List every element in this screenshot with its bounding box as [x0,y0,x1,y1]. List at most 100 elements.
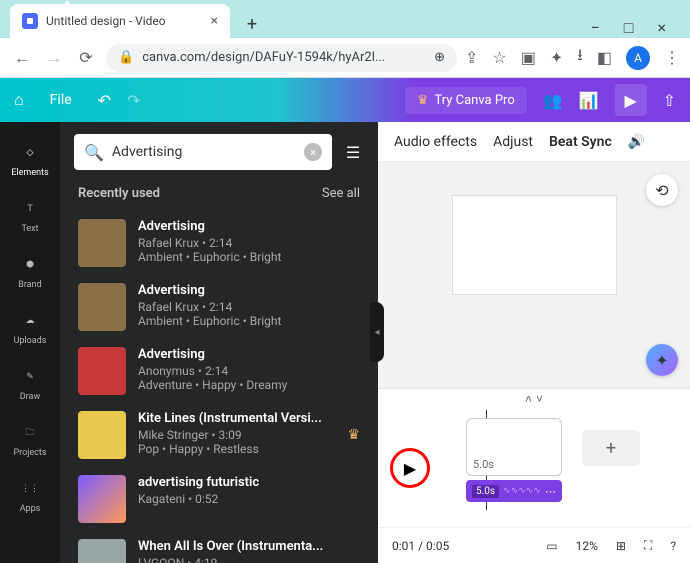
recently-used-label: Recently used [78,186,160,201]
try-pro-button[interactable]: ♛Try Canva Pro [405,87,527,114]
track-tags: Ambient • Euphoric • Bright [138,314,360,328]
sidebar-item-apps[interactable]: ⋮⋮Apps [0,470,60,522]
track-item[interactable]: AdvertisingAnonymus • 2:14Adventure • Ha… [74,339,364,403]
forward-button[interactable]: → [42,46,66,70]
star-icon[interactable]: ☆ [492,48,506,67]
sidebar-item-brand[interactable]: ⬢Brand [0,246,60,298]
track-meta: Rafael Krux • 2:14 [138,300,360,314]
apps-icon: ⋮⋮ [19,478,41,500]
projects-icon: 🗀 [19,422,41,444]
sidepanel-icon[interactable]: ◧ [597,48,612,67]
sidebar-item-draw[interactable]: ✎Draw [0,358,60,410]
search-input[interactable] [112,144,296,160]
left-sidebar: ◇Elements TText ⬢Brand ☁Uploads ✎Draw 🗀P… [0,122,60,563]
track-item[interactable]: Advertising Rafael Krux • 2:14Ambient • E… [74,275,364,339]
sidebar-item-elements[interactable]: ◇Elements [0,134,60,186]
chevron-up-icon[interactable]: ˄ [525,392,532,406]
analytics-icon[interactable]: 📊 [579,91,599,110]
search-icon: 🔍 [84,143,104,162]
track-item[interactable]: advertising futuristic Kagateni • 0:52 [74,467,364,531]
fullscreen-icon[interactable]: ⛶ [644,538,652,553]
waveform-icon: ∿∿∿∿∿ [503,486,541,496]
track-tags: Ambient • Euphoric • Bright [138,250,360,264]
volume-icon[interactable]: 🔊 [628,134,645,150]
beat-sync-button[interactable]: Beat Sync [549,134,612,150]
home-icon[interactable]: ⌂ [14,90,24,110]
track-thumbnail [78,347,126,395]
clip-menu-icon[interactable]: ⋯ [545,485,556,498]
timeline-clips[interactable]: 5.0s 5.0s∿∿∿∿∿⋯ + [442,418,678,518]
track-item[interactable]: Advertising Rafael Krux • 2:14Ambient • E… [74,211,364,275]
maximize-icon[interactable]: □ [624,18,634,38]
track-thumbnail [78,283,126,331]
track-title: Advertising [138,347,360,362]
track-title: Kite Lines (Instrumental Versi... [138,411,335,426]
redo-icon[interactable]: ↷ [127,91,140,110]
menu-icon[interactable]: ⋮ [664,48,680,67]
filter-button[interactable]: ☰ [342,141,364,163]
track-thumbnail [78,219,126,267]
track-meta: Rafael Krux • 2:14 [138,236,360,250]
minimize-icon[interactable]: − [591,18,600,38]
grid-view-icon[interactable]: ⊞ [616,539,626,553]
track-item[interactable]: When All Is Over (Instrumenta...LVGOON •… [74,531,364,563]
text-icon: T [19,198,41,220]
new-tab-button[interactable]: + [238,10,266,38]
share-button[interactable]: ⇧ [663,91,676,110]
elements-panel: 🔍 × ☰ Recently used See all Advertising R… [60,122,378,563]
track-thumbnail [78,411,126,459]
reset-view-button[interactable]: ⟲ [646,174,678,206]
close-tab-icon[interactable]: × [211,13,218,29]
chevron-down-icon[interactable]: ˅ [536,392,543,406]
close-window-icon[interactable]: × [657,18,666,38]
undo-icon[interactable]: ↶ [98,91,111,110]
share-icon[interactable]: ⇪ [465,48,478,67]
brand-icon: ⬢ [19,254,41,276]
track-title: Advertising [138,219,360,234]
pro-badge-icon: ♛ [347,427,360,443]
adjust-button[interactable]: Adjust [493,134,533,150]
canva-favicon [22,13,38,29]
present-button[interactable]: ▶ [615,84,647,116]
track-thumbnail [78,539,126,563]
back-button[interactable]: ← [10,46,34,70]
panel-collapse-handle[interactable]: ◂ [370,302,384,362]
help-icon[interactable]: ? [670,539,676,553]
track-item[interactable]: Kite Lines (Instrumental Versi...Mike St… [74,403,364,467]
file-menu[interactable]: File [40,86,82,114]
clear-search-button[interactable]: × [304,143,322,161]
track-tags: Adventure • Happy • Dreamy [138,378,360,392]
tab-title: Untitled design - Video [46,14,166,28]
profile-avatar[interactable]: A [626,46,650,70]
sidebar-item-uploads[interactable]: ☁Uploads [0,302,60,354]
track-title: advertising futuristic [138,475,360,490]
puzzle-icon[interactable]: ✦ [550,48,563,67]
extension-icon[interactable]: ▣ [521,48,536,67]
sidebar-item-projects[interactable]: 🗀Projects [0,414,60,466]
browser-tab[interactable]: Untitled design - Video × [10,4,230,38]
track-meta: LVGOON • 4:19 [138,556,360,563]
search-box: 🔍 × [74,134,332,170]
reload-button[interactable]: ⟳ [74,46,98,70]
play-button[interactable]: ▶ [390,448,430,488]
video-clip[interactable]: 5.0s [466,418,562,476]
elements-icon: ◇ [19,142,41,164]
download-icon[interactable]: ⭳ [577,44,583,71]
zoom-level[interactable]: 12% [576,539,598,553]
canvas-page[interactable] [452,195,617,295]
track-meta: Kagateni • 0:52 [138,492,360,506]
sidebar-item-text[interactable]: TText [0,190,60,242]
address-bar[interactable]: 🔒 canva.com/design/DAFuY-1594k/hyAr2l...… [106,44,457,72]
zoom-icon[interactable]: ⊕ [434,50,445,65]
magic-button[interactable]: ✦ [646,344,678,376]
pages-icon[interactable]: ▭ [546,539,557,553]
audio-clip[interactable]: 5.0s∿∿∿∿∿⋯ [466,480,562,502]
audio-effects-button[interactable]: Audio effects [394,134,477,150]
collaborators-icon[interactable]: 👥 [543,91,563,110]
canvas-view[interactable]: ⟲ ✦ [378,162,690,388]
see-all-link[interactable]: See all [322,186,360,201]
track-list: AdvertisingRafael Krux • 2:14Ambient • E… [60,211,378,563]
track-title: Advertising [138,283,360,298]
add-clip-button[interactable]: + [582,430,640,466]
canvas-toolbar: Audio effects Adjust Beat Sync 🔊 [378,122,690,162]
